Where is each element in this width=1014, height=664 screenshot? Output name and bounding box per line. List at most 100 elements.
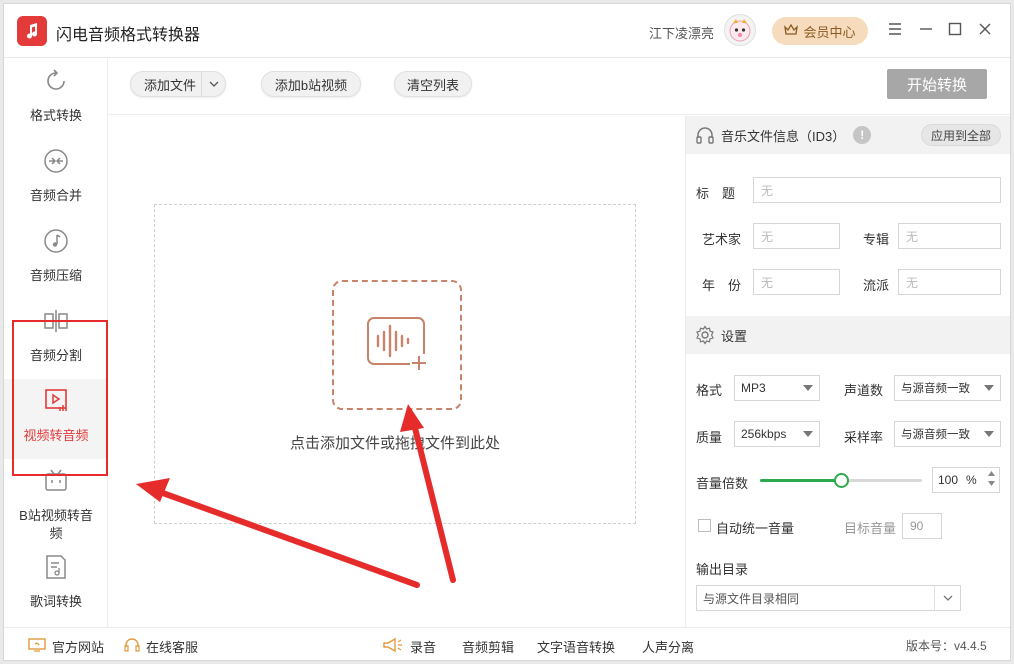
id3-section-header: 音乐文件信息（ID3） ! 应用到全部 [686, 116, 1010, 154]
headset-icon [124, 637, 140, 656]
app-title: 闪电音频格式转换器 [56, 27, 201, 44]
sidebar-item-label: 音频压缩 [29, 268, 82, 283]
crown-icon [784, 23, 799, 39]
volume-unit: % [966, 473, 977, 487]
output-dir-value: 与源文件目录相同 [703, 591, 800, 606]
genre-input[interactable]: 无 [898, 269, 1001, 295]
title-input[interactable]: 无 [753, 177, 1001, 203]
chevron-down-icon[interactable] [934, 586, 960, 610]
sidebar-item-lyrics-convert[interactable]: 歌词转换 [4, 545, 108, 625]
maximize-icon[interactable] [944, 18, 966, 40]
volume-slider-handle[interactable] [834, 473, 849, 488]
audio-edit-link[interactable]: 音频剪辑 [462, 637, 514, 656]
samplerate-value: 与源音频一致 [901, 429, 970, 441]
footer: 官方网站 在线客服 录音 音频剪辑 文字语音转换 人声分离 版本号：v4.4.5 [4, 627, 1010, 660]
chevron-down-icon [984, 431, 994, 437]
app-window: 闪电音频格式转换器 江下凌漂亮 会员中心 格式转换 音频合并 音频压缩 音频分割… [3, 3, 1011, 661]
menu-icon[interactable] [884, 18, 906, 40]
music-note-icon [42, 227, 70, 255]
title-label: 标 题 [696, 186, 736, 201]
add-bilibili-video-button[interactable]: 添加b站视频 [261, 71, 361, 97]
auto-normalize-label: 自动统一音量 [716, 521, 795, 536]
volume-slider[interactable] [760, 473, 922, 488]
sidebar-item-format-convert[interactable]: 格式转换 [4, 59, 108, 139]
stepper-arrows-icon[interactable] [987, 470, 996, 487]
tts-link[interactable]: 文字语音转换 [537, 637, 615, 656]
artist-input[interactable]: 无 [753, 223, 840, 249]
target-volume-label: 目标音量 [844, 521, 897, 536]
quality-label: 质量 [696, 430, 723, 445]
minimize-icon[interactable] [915, 18, 937, 40]
album-input[interactable]: 无 [898, 223, 1001, 249]
settings-section-header: 设置 [686, 316, 1010, 354]
avatar[interactable] [724, 14, 756, 46]
sidebar-item-audio-compress[interactable]: 音频压缩 [4, 219, 108, 299]
chevron-down-icon [803, 385, 813, 391]
monitor-icon [28, 638, 46, 655]
volume-value: 100 [938, 473, 959, 487]
format-select[interactable]: MP3 [734, 375, 820, 401]
add-file-button[interactable]: 添加文件 [130, 71, 226, 97]
samplerate-label: 采样率 [844, 430, 884, 445]
samplerate-select[interactable]: 与源音频一致 [894, 421, 1001, 447]
online-support-label: 在线客服 [146, 640, 199, 655]
app-logo-icon [17, 16, 47, 46]
vocal-split-link[interactable]: 人声分离 [642, 637, 694, 656]
volume-slider-fill [760, 479, 841, 482]
volume-label: 音量倍数 [696, 476, 749, 491]
gear-icon [695, 325, 715, 345]
quality-value: 256kbps [741, 427, 787, 441]
chevron-down-icon[interactable] [201, 72, 225, 96]
output-dir-select[interactable]: 与源文件目录相同 [696, 585, 961, 611]
sidebar-item-audio-merge[interactable]: 音频合并 [4, 139, 108, 219]
format-label: 格式 [696, 383, 723, 398]
drop-zone-hint: 点击添加文件或拖拽文件到此处 [289, 435, 500, 452]
id3-section-title: 音乐文件信息（ID3） [721, 128, 846, 144]
chevron-down-icon [984, 385, 994, 391]
toolbar: 添加文件 添加b站视频 清空列表 开始转换 [109, 59, 1010, 115]
online-support-link[interactable]: 在线客服 [124, 637, 198, 656]
start-convert-button[interactable]: 开始转换 [887, 69, 987, 99]
vip-center-button[interactable]: 会员中心 [772, 17, 868, 45]
annotation-highlight-box [12, 320, 108, 476]
sidebar-item-label: 音频合并 [29, 188, 82, 203]
channels-value: 与源音频一致 [901, 383, 970, 395]
record-link[interactable]: 录音 [382, 637, 436, 656]
lyrics-icon [42, 553, 70, 581]
refresh-icon [42, 67, 70, 95]
add-file-label: 添加文件 [144, 77, 197, 93]
channels-select[interactable]: 与源音频一致 [894, 375, 1001, 401]
title-bar: 闪电音频格式转换器 江下凌漂亮 会员中心 [4, 4, 1010, 58]
close-icon[interactable] [974, 18, 996, 40]
format-value: MP3 [741, 381, 766, 395]
add-audio-button[interactable] [332, 280, 462, 410]
headphones-icon [695, 125, 715, 145]
year-label: 年 份 [702, 278, 742, 293]
output-dir-label: 输出目录 [696, 562, 749, 577]
channels-label: 声道数 [844, 383, 884, 398]
merge-icon [42, 147, 70, 175]
official-website-label: 官方网站 [52, 640, 105, 655]
audio-wave-add-icon [364, 314, 430, 377]
chevron-down-icon [803, 431, 813, 437]
apply-to-all-button[interactable]: 应用到全部 [921, 124, 1001, 146]
sidebar-item-label: 格式转换 [29, 108, 82, 123]
sidebar-item-label: B站视频转音频 [19, 508, 93, 541]
megaphone-icon [382, 637, 404, 656]
user-name[interactable]: 江下凌漂亮 [649, 23, 714, 42]
right-panel: 音乐文件信息（ID3） ! 应用到全部 标 题 无 艺术家 无 专辑 无 年 份… [685, 116, 1010, 627]
version-text: 版本号：v4.4.5 [906, 639, 987, 653]
vip-center-label: 会员中心 [803, 24, 856, 40]
year-input[interactable]: 无 [753, 269, 840, 295]
album-label: 专辑 [863, 232, 890, 247]
target-volume-input[interactable]: 90 [902, 513, 942, 539]
sidebar-item-label: 歌词转换 [29, 594, 82, 609]
info-icon[interactable]: ! [853, 126, 872, 144]
auto-normalize-checkbox[interactable] [698, 519, 711, 532]
record-label: 录音 [410, 640, 437, 655]
quality-select[interactable]: 256kbps [734, 421, 820, 447]
official-website-link[interactable]: 官方网站 [28, 637, 104, 656]
volume-stepper[interactable]: 100 % [932, 467, 1000, 493]
artist-label: 艺术家 [702, 232, 742, 247]
clear-list-button[interactable]: 清空列表 [394, 71, 472, 97]
